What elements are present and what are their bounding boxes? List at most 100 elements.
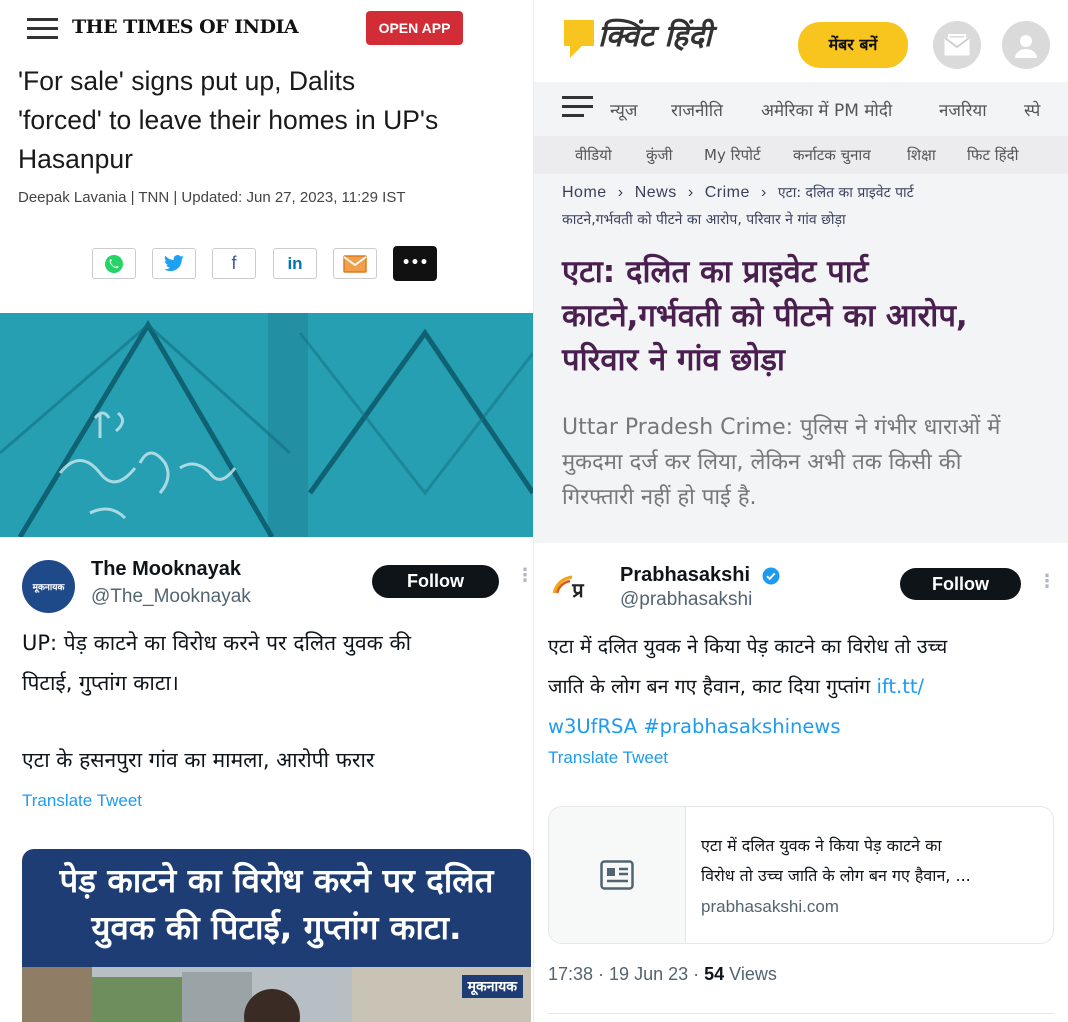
more-share-button[interactable]: ••• (393, 246, 437, 281)
breadcrumb-current-cont: काटने,गर्भवती को पीटने का आरोप, परिवार न… (562, 212, 846, 228)
painted-wall-image (0, 313, 533, 537)
quint-hindi-panel: क्विंट हिंदी मेंबर बनें न्यूज राजनीति अम… (534, 0, 1068, 543)
become-member-button[interactable]: मेंबर बनें (798, 22, 908, 68)
card-title-line: विरोध तो उच्च जाति के लोग बन गए हैवान, .… (701, 866, 971, 885)
nav-item-politics[interactable]: राजनीति (671, 98, 723, 121)
nav-item-opinion[interactable]: नजरिया (939, 98, 987, 121)
image-watermark: मूकनायक (461, 975, 523, 998)
tweet-text: एटा में दलित युवक ने किया पेड़ काटने का … (548, 627, 1058, 747)
verified-badge-icon (762, 567, 780, 585)
envelope-icon (944, 34, 970, 56)
nav-item-video[interactable]: वीडियो (575, 145, 612, 165)
quint-headline-line: एटा: दलित का प्राइवेट पार्ट (562, 254, 869, 290)
caption-line: पेड़ काटने का विरोध करने पर दलित (59, 861, 494, 900)
nav-item-education[interactable]: शिक्षा (907, 145, 936, 165)
linkedin-icon: in (287, 253, 303, 273)
nav-item-my-report[interactable]: My रिपोर्ट (704, 145, 761, 165)
open-app-button[interactable]: OPEN APP (366, 11, 463, 45)
toi-headline-line: 'forced' to leave their homes in UP's (18, 105, 439, 135)
tweet-image[interactable]: पेड़ काटने का विरोध करने पर दलित युवक की… (22, 849, 531, 1022)
breadcrumb-home[interactable]: Home (562, 184, 607, 201)
translate-tweet-link[interactable]: Translate Tweet (548, 748, 668, 768)
tweet-text-line: UP: पेड़ काटने का विरोध करने पर दलित युव… (22, 631, 412, 655)
quint-headline-line: परिवार ने गांव छोड़ा (562, 342, 785, 378)
nav-item-karnataka[interactable]: कर्नाटक चुनाव (793, 145, 871, 165)
toi-brand[interactable]: THE TIMES OF INDIA (72, 16, 299, 38)
breadcrumb-current: एटा: दलित का प्राइवेट पार्ट (777, 185, 914, 201)
nav-item-pm-modi-usa[interactable]: अमेरिका में PM मोदी (761, 98, 892, 121)
article-photo (0, 313, 533, 537)
breadcrumb: Home › News › Crime › एटा: दलित का प्राइ… (562, 182, 914, 202)
tweet-text-line: एटा में दलित युवक ने किया पेड़ काटने का … (548, 635, 948, 658)
nav-item-news[interactable]: न्यूज (610, 98, 638, 121)
whatsapp-icon (105, 254, 123, 273)
tweet-text: UP: पेड़ काटने का विरोध करने पर दलित युव… (22, 623, 527, 703)
tweet-text-segment: जाति के लोग बन गए हैवान, काट दिया गुप्ता… (548, 675, 877, 698)
views-count: 54 (704, 964, 725, 984)
tweet-text-line: जाति के लोग बन गए हैवान, काट दिया गुप्ता… (548, 667, 1058, 707)
translate-tweet-link[interactable]: Translate Tweet (22, 791, 142, 811)
tweet-timestamp[interactable]: 17:38 · 19 Jun 23 · (548, 964, 704, 984)
quint-headline: एटा: दलित का प्राइवेट पार्ट काटने,गर्भवत… (562, 250, 1062, 382)
tweet-text-line: पिटाई, गुप्तांग काटा। (22, 671, 179, 695)
more-icon: ••• (401, 255, 429, 271)
tweet-link-hashtag[interactable]: w3UfRSA #prabhasakshinews (548, 707, 1058, 747)
twitter-share-button[interactable] (152, 248, 196, 279)
avatar-text: प्र (572, 577, 584, 602)
card-thumbnail (549, 807, 686, 943)
mooknayak-avatar[interactable]: मूकनायक (22, 560, 75, 613)
nav-item-fit-hindi[interactable]: फिट हिंदी (967, 145, 1018, 165)
email-icon (343, 254, 367, 273)
quint-subheadline: Uttar Pradesh Crime: पुलिस ने गंभीर धारा… (562, 410, 1062, 515)
card-title: एटा में दलित युवक ने किया पेड़ काटने का … (701, 831, 1041, 891)
mooknayak-tweet: मूकनायक The Mooknayak @The_Mooknayak Fol… (0, 537, 533, 1022)
mooknayak-name[interactable]: The Mooknayak (91, 558, 241, 581)
tweet-text-line: एटा के हसनपुरा गांव का मामला, आरोपी फरार (22, 748, 375, 772)
newsletter-button[interactable] (933, 21, 981, 69)
quint-headline-line: काटने,गर्भवती को पीटने का आरोप, (562, 298, 968, 334)
prabhasakshi-avatar[interactable]: प्र (548, 565, 596, 613)
views-label: Views (724, 964, 777, 984)
breadcrumb-crime[interactable]: Crime (705, 184, 750, 201)
prabhasakshi-name[interactable]: Prabhasakshi (620, 564, 750, 587)
profile-button[interactable] (1002, 21, 1050, 69)
quint-sub-line: मुकदमा दर्ज कर लिया, लेकिन अभी तक किसी क… (562, 450, 962, 475)
card-domain: prabhasakshi.com (701, 897, 839, 916)
facebook-share-button[interactable]: f (212, 248, 256, 279)
quint-menu-icon[interactable] (562, 96, 593, 123)
quint-sub-line: गिरफ्तारी नहीं हो पाई है. (562, 485, 757, 510)
follow-button[interactable]: Follow (372, 565, 499, 598)
mooknayak-handle[interactable]: @The_Mooknayak (91, 586, 251, 608)
more-options-icon[interactable]: ⋮ (516, 567, 533, 585)
link-preview-card[interactable]: एटा में दलित युवक ने किया पेड़ काटने का … (548, 806, 1054, 944)
panel-divider (533, 0, 534, 1022)
more-options-icon[interactable]: ⋮ (1038, 573, 1056, 591)
nav-item-special[interactable]: स्पे (1024, 98, 1040, 121)
divider (548, 1013, 1054, 1014)
breadcrumb-news[interactable]: News (635, 184, 677, 201)
linkedin-share-button[interactable]: in (273, 248, 317, 279)
tweet-image-caption: पेड़ काटने का विरोध करने पर दलित युवक की… (22, 849, 531, 967)
tweet-link[interactable]: ift.tt/ (876, 675, 924, 698)
caption-line: युवक की पिटाई, गुप्तांग काटा. (91, 908, 462, 947)
breadcrumb-separator-icon: › (687, 184, 694, 201)
toi-article-panel: THE TIMES OF INDIA OPEN APP 'For sale' s… (0, 0, 533, 537)
prabhasakshi-handle[interactable]: @prabhasakshi (620, 589, 752, 611)
article-icon (600, 860, 634, 890)
toi-headline-line: 'For sale' signs put up, Dalits (18, 66, 356, 96)
prabhasakshi-tweet: प्र Prabhasakshi @prabhasakshi Follow ⋮ … (534, 543, 1068, 1022)
menu-icon[interactable] (27, 18, 58, 45)
breadcrumb-separator-icon: › (617, 184, 624, 201)
nav-item-kunji[interactable]: कुंजी (646, 145, 673, 165)
toi-headline[interactable]: 'For sale' signs put up, Dalits 'forced'… (18, 62, 523, 179)
card-title-line: एटा में दलित युवक ने किया पेड़ काटने का (701, 836, 942, 855)
twitter-icon (164, 254, 184, 271)
breadcrumb-separator-icon: › (761, 184, 767, 201)
quint-logo-icon (564, 20, 594, 58)
tweet-photo (22, 967, 531, 1022)
quint-logo[interactable]: क्विंट हिंदी (598, 14, 712, 55)
email-share-button[interactable] (333, 248, 377, 279)
whatsapp-share-button[interactable] (92, 248, 136, 279)
follow-button[interactable]: Follow (900, 568, 1021, 600)
facebook-icon: f (231, 253, 237, 273)
